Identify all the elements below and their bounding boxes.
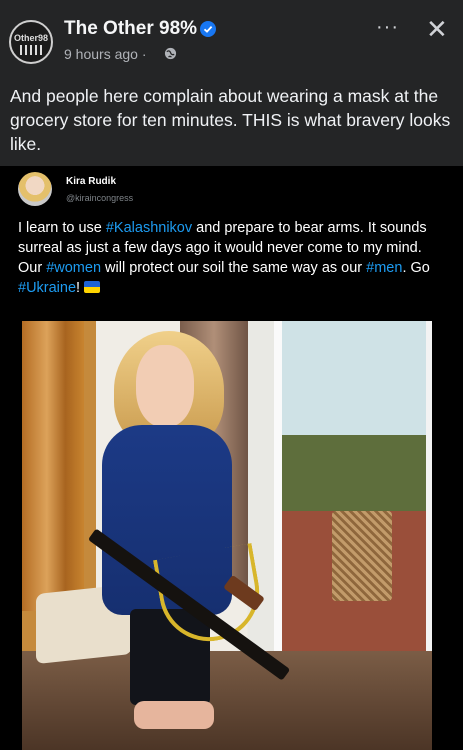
tweet-text-part: ! <box>76 280 85 296</box>
verified-badge-icon <box>200 21 216 37</box>
floor <box>22 651 432 750</box>
tweet-text-part: will protect our soil the same way as ou… <box>101 260 367 276</box>
page-logo-text: Other98 <box>14 33 49 43</box>
more-icon[interactable]: ··· <box>376 16 399 39</box>
patio-chair <box>332 511 392 601</box>
ukraine-flag-icon <box>84 281 101 293</box>
tweet-text-part: . Go <box>402 260 430 276</box>
tweet-author-name: Kira Rudik <box>66 176 117 187</box>
page-name[interactable]: The Other 98% <box>64 18 197 40</box>
tweet-photo[interactable] <box>22 321 432 750</box>
tweet-author-handle: @kiraincongress <box>66 193 134 203</box>
hashtag-link[interactable]: #Kalashnikov <box>106 220 192 236</box>
post-timestamp[interactable]: 9 hours ago · <box>64 46 147 62</box>
shared-tweet-card[interactable]: Kira Rudik @kiraincongress I learn to us… <box>0 166 463 750</box>
person-feet <box>134 701 214 729</box>
page-avatar[interactable]: Other98 <box>9 20 53 64</box>
hashtag-link[interactable]: #men <box>366 260 402 276</box>
post-caption: And people here complain about wearing a… <box>10 86 451 154</box>
hashtag-link[interactable]: #women <box>46 260 101 276</box>
tweet-text: I learn to use #Kalashnikov and prepare … <box>18 218 448 298</box>
logo-bars <box>20 45 44 55</box>
post-header: Other98 The Other 98% 9 hours ago · ··· … <box>0 0 463 72</box>
tweet-text-part: I learn to use <box>18 220 106 236</box>
close-icon[interactable]: ✕ <box>426 14 448 45</box>
tweet-author-avatar <box>18 172 52 206</box>
curtain-left <box>22 321 84 611</box>
hashtag-link[interactable]: #Ukraine <box>18 280 76 296</box>
person-face <box>136 345 194 427</box>
globe-icon <box>164 47 177 60</box>
